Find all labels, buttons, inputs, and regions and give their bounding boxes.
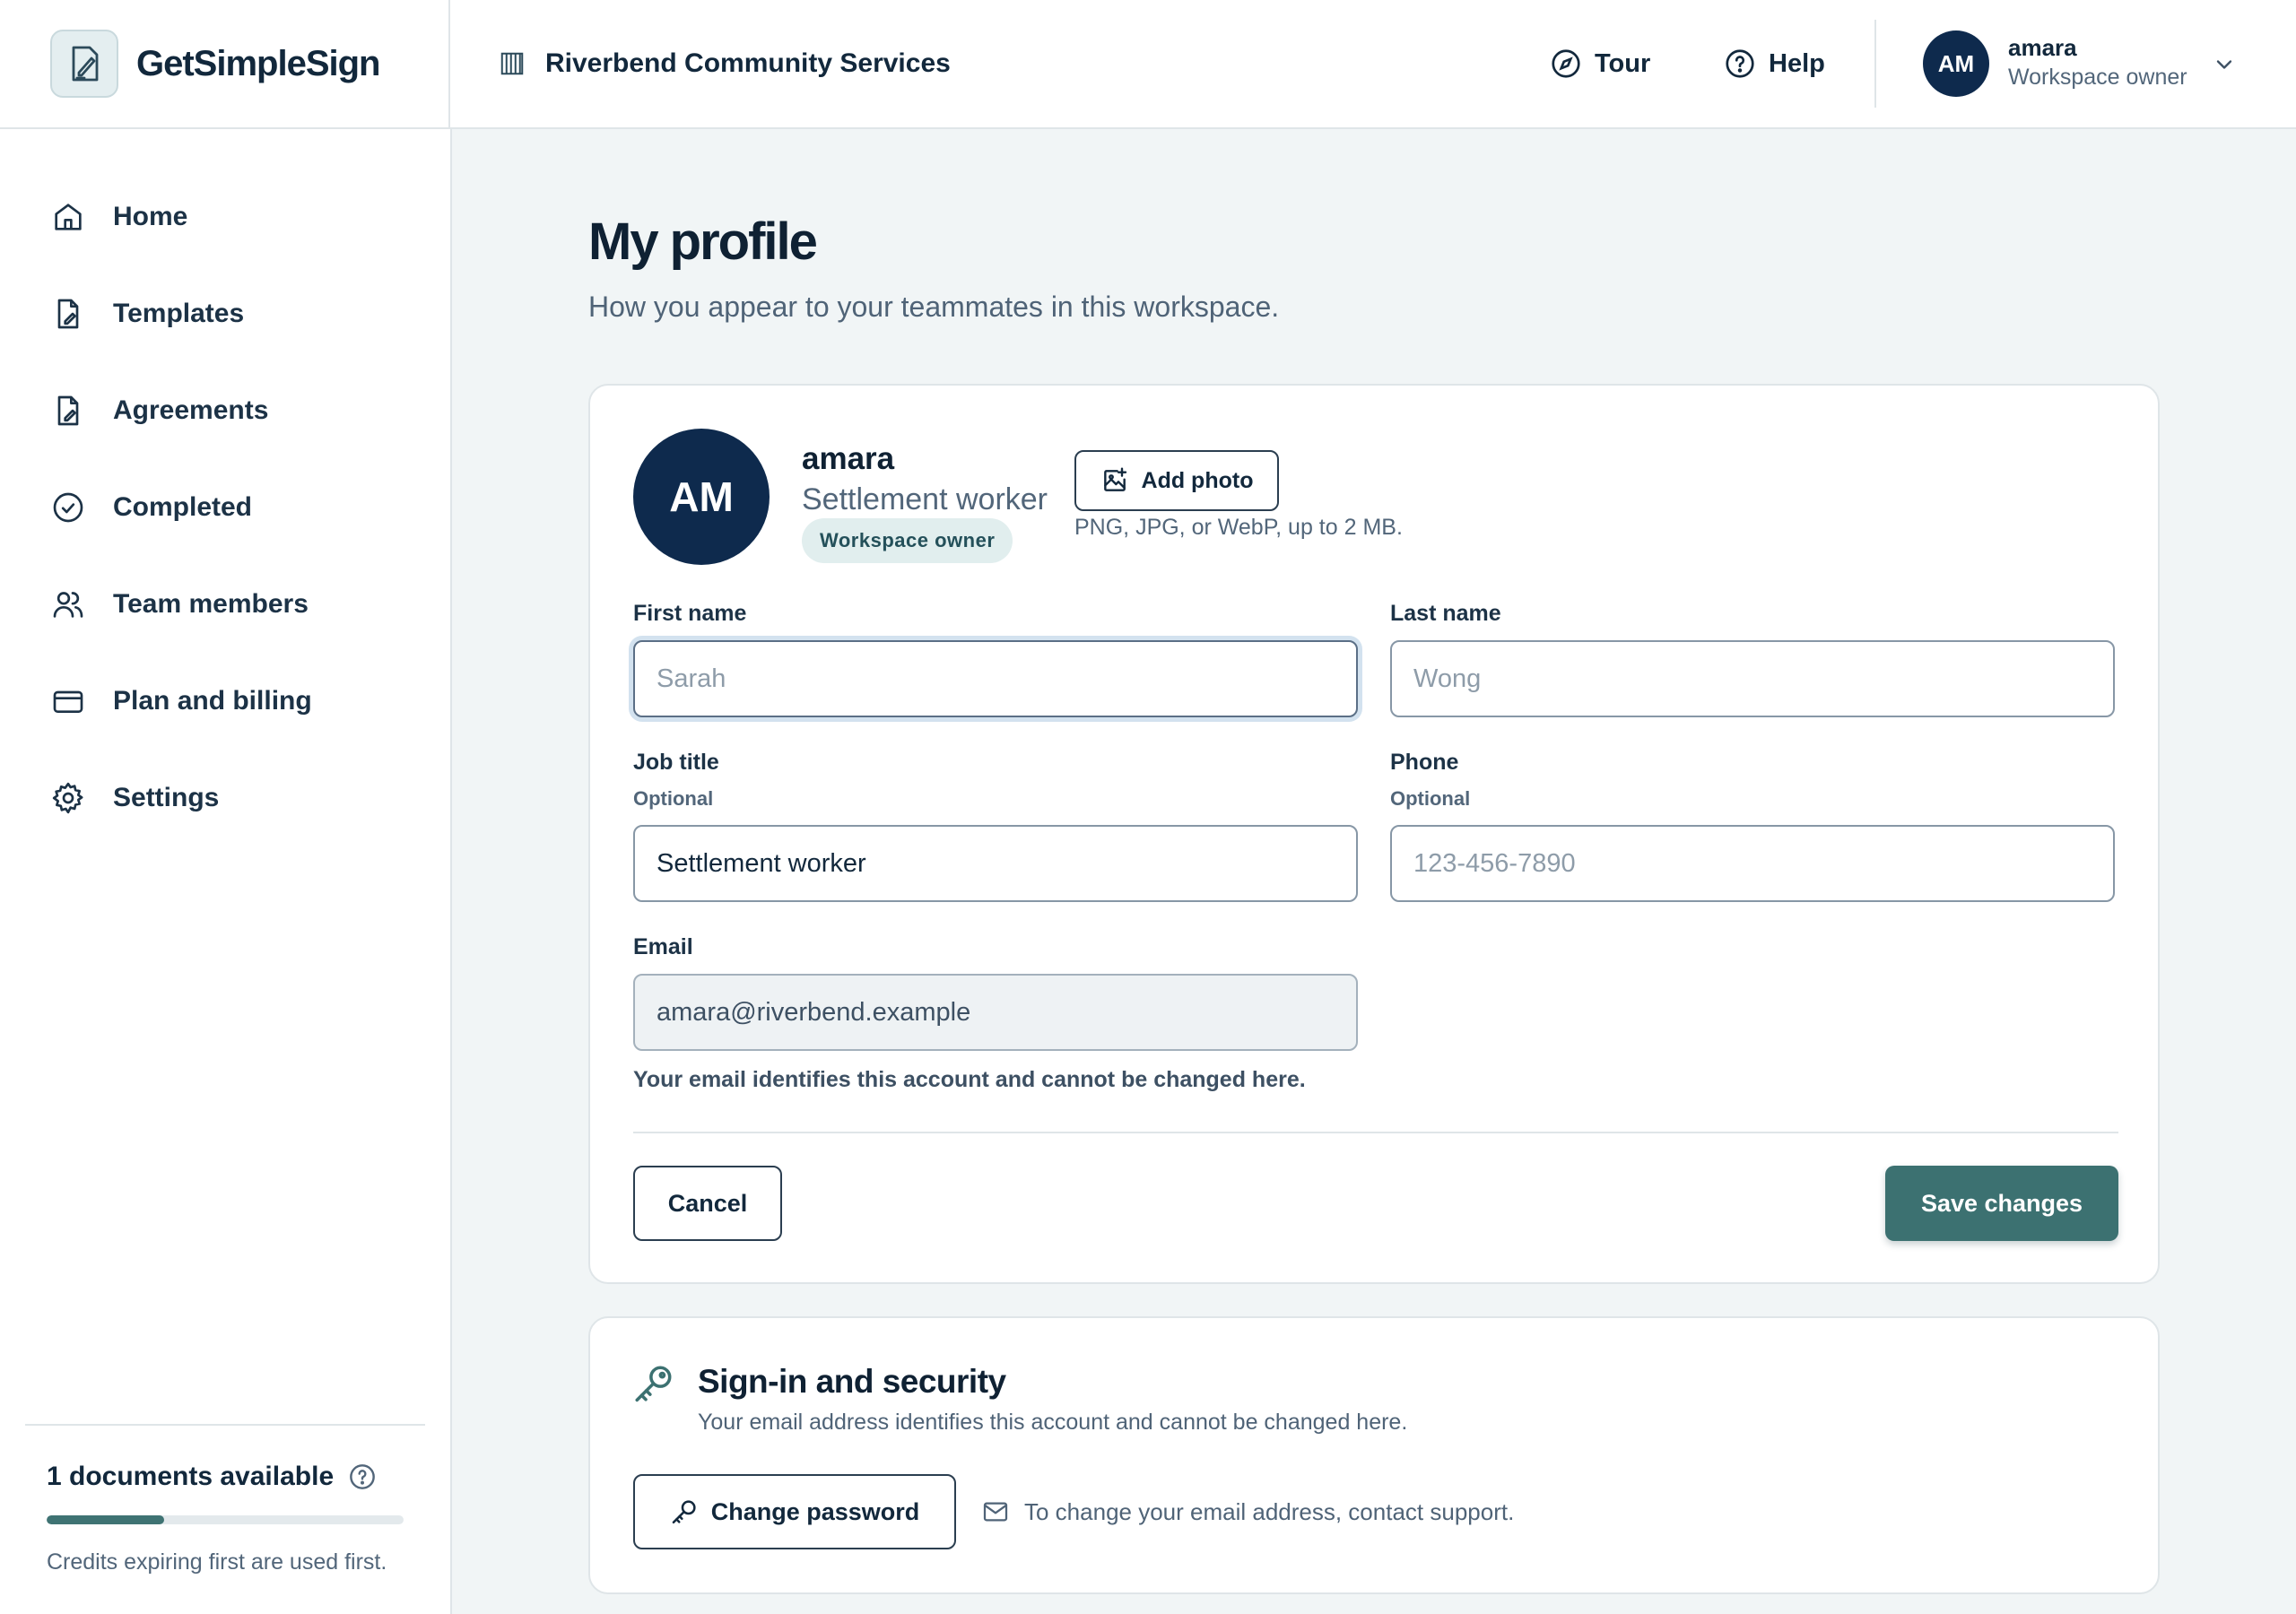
key-icon [631, 1361, 676, 1406]
last-name-input[interactable] [1390, 640, 2115, 717]
tour-button[interactable]: Tour [1550, 0, 1650, 127]
sidebar-divider [25, 1424, 425, 1426]
documents-progress-fill [47, 1515, 165, 1524]
documents-note: Credits expiring first are used first. [47, 1549, 387, 1575]
documents-available: 1 documents available [47, 1462, 377, 1492]
card-icon [50, 683, 86, 719]
job-title-label: Job title [633, 750, 719, 775]
chevron-down-icon[interactable] [2212, 52, 2237, 77]
documents-available-label: 1 documents available [47, 1462, 335, 1491]
user-name[interactable]: amara [2008, 34, 2077, 62]
help-icon[interactable] [348, 1462, 377, 1491]
phone-input[interactable] [1390, 825, 2115, 902]
phone-hint: Optional [1390, 787, 1471, 810]
home-icon [50, 199, 86, 235]
documents-progress-bar [47, 1515, 404, 1524]
user-avatar[interactable]: AM [1923, 30, 1989, 97]
form-divider [633, 1132, 2118, 1133]
support-note-text: To change your email address, contact su… [1024, 1497, 1515, 1525]
sidebar-item-label: Settings [113, 783, 220, 812]
sidebar-item-agreements[interactable]: Agreements [50, 384, 268, 438]
profile-job-title: Settlement worker [802, 482, 1048, 516]
profile-name: amara [802, 441, 895, 476]
first-name-input[interactable] [633, 640, 1358, 717]
help-icon [1724, 48, 1756, 80]
sidebar-item-plan-and-billing[interactable]: Plan and billing [50, 674, 312, 728]
help-button[interactable]: Help [1724, 0, 1825, 127]
sidebar-item-settings[interactable]: Settings [50, 771, 219, 825]
security-title: Sign-in and security [698, 1363, 1006, 1400]
sidebar-item-team-members[interactable]: Team members [50, 577, 309, 631]
sidebar: Home Templates Agreements Completed Team… [0, 129, 452, 1614]
sidebar-item-templates[interactable]: Templates [50, 287, 244, 341]
brand-logo-icon [50, 30, 118, 98]
job-title-input[interactable] [633, 825, 1358, 902]
building-icon [499, 50, 526, 77]
check-circle-icon [50, 490, 86, 525]
sidebar-item-label: Plan and billing [113, 686, 312, 716]
image-add-icon [1100, 466, 1129, 495]
help-label: Help [1769, 48, 1825, 78]
cancel-button[interactable]: Cancel [633, 1166, 782, 1241]
email-label: Email [633, 934, 693, 959]
sidebar-item-label: Home [113, 202, 188, 231]
role-badge: Workspace owner [802, 518, 1013, 563]
brand-name: GetSimpleSign [136, 43, 380, 83]
first-name-label: First name [633, 601, 747, 626]
profile-card: AM amara Settlement worker Workspace own… [588, 384, 2160, 1284]
mail-icon [981, 1497, 1010, 1526]
sidebar-item-label: Completed [113, 492, 253, 522]
sidebar-item-completed[interactable]: Completed [50, 481, 252, 534]
users-icon [50, 586, 86, 622]
sidebar-item-home[interactable]: Home [50, 190, 187, 244]
profile-avatar: AM [633, 429, 770, 565]
add-photo-label: Add photo [1141, 467, 1254, 493]
org-name: Riverbend Community Services [545, 48, 951, 78]
sidebar-item-label: Team members [113, 589, 309, 619]
brand[interactable]: GetSimpleSign [0, 0, 450, 127]
last-name-label: Last name [1390, 601, 1501, 626]
template-icon [50, 296, 86, 332]
job-title-hint: Optional [633, 787, 714, 810]
page-title: My profile [588, 213, 818, 271]
add-photo-button[interactable]: Add photo [1074, 450, 1279, 511]
sidebar-item-label: Templates [113, 299, 245, 328]
phone-label: Phone [1390, 750, 1459, 775]
change-password-button[interactable]: Change password [633, 1474, 956, 1549]
gear-icon [50, 780, 86, 816]
key-icon [670, 1497, 699, 1526]
org-switcher[interactable]: Riverbend Community Services [499, 0, 951, 127]
support-note: To change your email address, contact su… [981, 1474, 1514, 1549]
compass-icon [1550, 48, 1582, 80]
security-card: Sign-in and security Your email address … [588, 1316, 2160, 1594]
agreement-icon [50, 393, 86, 429]
save-changes-button[interactable]: Save changes [1885, 1166, 2118, 1241]
sidebar-item-label: Agreements [113, 395, 269, 425]
header-divider [1874, 20, 1876, 108]
page-subtitle: How you appear to your teammates in this… [588, 291, 1280, 323]
email-input[interactable] [633, 974, 1358, 1051]
email-note: Your email identifies this account and c… [633, 1067, 1306, 1092]
change-password-label: Change password [710, 1497, 920, 1525]
top-header: GetSimpleSign Riverbend Community Servic… [0, 0, 2296, 129]
photo-note: PNG, JPG, or WebP, up to 2 MB. [1074, 515, 1403, 540]
tour-label: Tour [1595, 48, 1651, 78]
security-subtitle: Your email address identifies this accou… [698, 1410, 1408, 1435]
user-role: Workspace owner [2008, 65, 2187, 90]
